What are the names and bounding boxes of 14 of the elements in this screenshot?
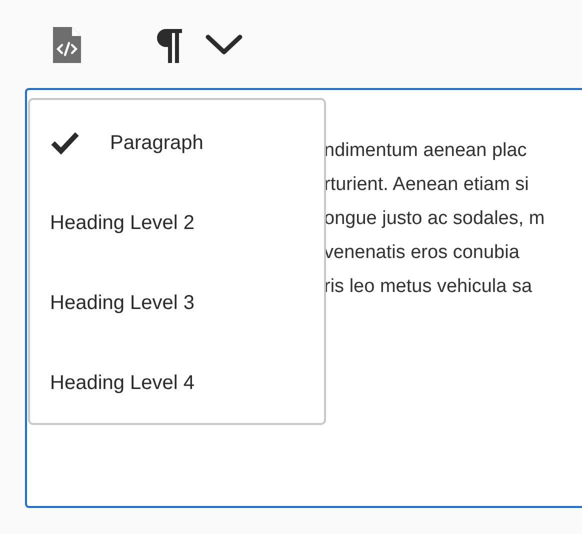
menu-item-label: Heading Level 2: [50, 211, 195, 236]
body-text-line: ongue justo ac sodales, m: [324, 207, 545, 231]
body-text-line: ndimentum aenean plac: [324, 139, 527, 163]
body-text-line: rturient. Aenean etiam si: [324, 173, 529, 197]
menu-item[interactable]: Heading Level 2: [30, 183, 324, 263]
menu-item-label: Heading Level 3: [50, 291, 195, 316]
menu-item[interactable]: Paragraph: [30, 103, 324, 183]
menu-item[interactable]: Heading Level 3: [30, 263, 324, 343]
menu-item-label: Heading Level 4: [50, 371, 195, 396]
body-text-line: venenatis eros conubia: [324, 241, 520, 265]
code-file-icon: [53, 27, 81, 63]
chevron-down-icon: [205, 34, 243, 56]
menu-item[interactable]: Heading Level 4: [30, 343, 324, 423]
menu-item-label: Paragraph: [110, 131, 204, 156]
